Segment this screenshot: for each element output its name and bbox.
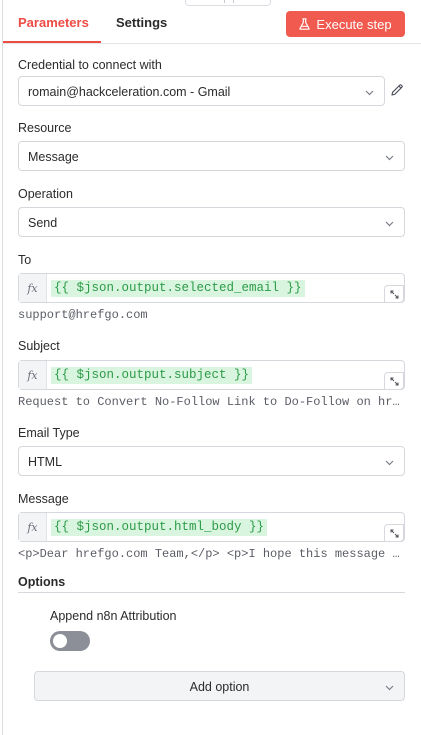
chevron-down-icon bbox=[365, 90, 374, 96]
options-title: Options bbox=[18, 575, 66, 589]
pencil-icon[interactable] bbox=[390, 83, 404, 97]
subject-expression-field[interactable]: fx {{ $json.output.subject }} bbox=[18, 360, 405, 390]
add-option-label: Add option bbox=[189, 680, 250, 694]
fx-icon: fx bbox=[19, 513, 47, 541]
subject-preview: Request to Convert No-Follow Link to Do-… bbox=[18, 395, 406, 409]
flask-icon bbox=[299, 18, 311, 30]
append-attribution-label: Append n8n Attribution bbox=[50, 609, 177, 623]
operation-label: Operation bbox=[18, 187, 73, 201]
email-type-label: Email Type bbox=[18, 426, 80, 440]
subject-label: Subject bbox=[18, 339, 60, 353]
to-expression-field[interactable]: fx {{ $json.output.selected_email }} bbox=[18, 273, 405, 303]
fx-icon: fx bbox=[19, 274, 47, 302]
expand-icon[interactable] bbox=[384, 524, 404, 542]
panel-left-border bbox=[2, 0, 3, 735]
chevron-down-icon bbox=[385, 155, 394, 161]
resource-value: Message bbox=[28, 150, 79, 164]
execute-step-button[interactable]: Execute step bbox=[286, 11, 405, 37]
email-type-select[interactable]: HTML bbox=[18, 446, 405, 476]
add-option-button[interactable]: Add option bbox=[34, 671, 405, 701]
to-expression: {{ $json.output.selected_email }} bbox=[51, 280, 305, 297]
message-expression: {{ $json.output.html_body }} bbox=[51, 519, 268, 536]
options-divider bbox=[18, 592, 405, 593]
to-label: To bbox=[18, 253, 32, 267]
message-preview: <p>Dear hrefgo.com Team,</p> <p>I hope t… bbox=[18, 547, 406, 561]
fx-icon: fx bbox=[19, 361, 47, 389]
expand-icon[interactable] bbox=[384, 285, 404, 303]
to-preview: support@hrefgo.com bbox=[18, 308, 148, 322]
chevron-down-icon bbox=[385, 221, 394, 227]
chevron-down-icon bbox=[385, 685, 394, 691]
operation-select[interactable]: Send bbox=[18, 207, 405, 237]
credential-value: romain@hackceleration.com - Gmail bbox=[28, 85, 231, 99]
message-expression-field[interactable]: fx {{ $json.output.html_body }} bbox=[18, 512, 405, 542]
tab-parameters[interactable]: Parameters bbox=[18, 15, 89, 30]
resource-select[interactable]: Message bbox=[18, 141, 405, 171]
execute-step-label: Execute step bbox=[316, 16, 392, 32]
subject-expression: {{ $json.output.subject }} bbox=[51, 367, 253, 384]
append-attribution-toggle[interactable] bbox=[50, 631, 90, 651]
resource-label: Resource bbox=[18, 121, 72, 135]
tab-settings[interactable]: Settings bbox=[116, 15, 167, 30]
message-label: Message bbox=[18, 492, 69, 506]
toggle-knob bbox=[53, 634, 67, 648]
chevron-down-icon bbox=[385, 460, 394, 466]
email-type-value: HTML bbox=[28, 455, 63, 469]
credential-select[interactable]: romain@hackceleration.com - Gmail bbox=[18, 76, 385, 106]
operation-value: Send bbox=[28, 216, 58, 230]
active-tab-indicator bbox=[3, 41, 101, 43]
expand-icon[interactable] bbox=[384, 372, 404, 390]
credential-label: Credential to connect with bbox=[18, 58, 162, 72]
